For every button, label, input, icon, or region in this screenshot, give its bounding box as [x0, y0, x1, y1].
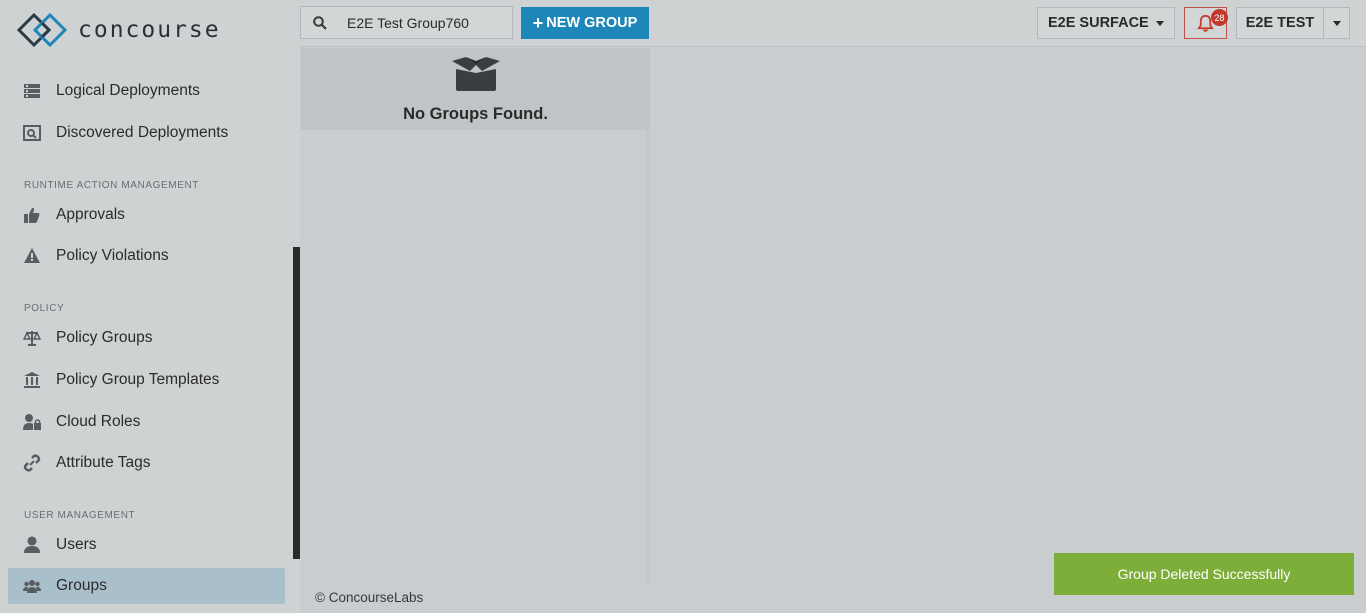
sidebar-scrollbar[interactable]	[293, 247, 300, 559]
app-logo[interactable]: concourse	[16, 12, 221, 48]
new-group-button[interactable]: + NEW GROUP	[521, 7, 649, 39]
sidebar-item-label: Users	[56, 536, 97, 553]
surface-label: E2E SURFACE	[1048, 15, 1149, 31]
sidebar-item-label: Discovered Deployments	[56, 124, 229, 141]
sidebar-item-label: Policy Groups	[56, 329, 153, 346]
plus-icon: +	[532, 13, 544, 33]
group-detail-panel	[654, 48, 1366, 583]
sidebar-item-approvals[interactable]: Approvals	[8, 197, 285, 233]
concourse-logo-icon	[16, 12, 68, 48]
sidebar-item-policy-group-templates[interactable]: Policy Group Templates	[8, 362, 285, 398]
sidebar-item-label: Cloud Roles	[56, 413, 141, 430]
section-label-runtime: RUNTIME ACTION MANAGEMENT	[24, 180, 200, 191]
search-icon	[301, 15, 338, 30]
user-label: E2E TEST	[1245, 15, 1315, 31]
sidebar-item-label: Groups	[56, 577, 107, 594]
sidebar-item-cloud-roles[interactable]: Cloud Roles	[8, 404, 285, 440]
success-toast[interactable]: Group Deleted Successfully	[1054, 553, 1354, 595]
open-box-icon	[451, 57, 500, 91]
discover-icon	[22, 123, 42, 143]
users-icon	[22, 576, 42, 596]
user-lock-icon	[22, 412, 42, 432]
chevron-down-icon	[1156, 21, 1164, 26]
groups-list-panel: No Groups Found.	[301, 48, 650, 583]
link-icon	[22, 453, 42, 473]
surface-dropdown[interactable]: E2E SURFACE	[1037, 7, 1175, 39]
sidebar-item-discovered-deployments[interactable]: Discovered Deployments	[8, 115, 285, 151]
sidebar-item-users[interactable]: Users	[8, 527, 285, 563]
sidebar-item-policy-violations[interactable]: Policy Violations	[8, 238, 285, 274]
sidebar-item-label: Approvals	[56, 206, 125, 223]
sidebar-item-label: Policy Group Templates	[56, 371, 220, 388]
sidebar-item-attribute-tags[interactable]: Attribute Tags	[8, 445, 285, 481]
empty-state-text: No Groups Found.	[403, 105, 548, 123]
footer-copyright: © ConcourseLabs	[315, 590, 424, 605]
user-menu-dropdown[interactable]: E2E TEST	[1236, 7, 1350, 39]
institution-icon	[22, 370, 42, 390]
topbar: + NEW GROUP E2E SURFACE 28 E2E TEST	[300, 0, 1366, 47]
user-icon	[22, 535, 42, 555]
new-group-label: NEW GROUP	[546, 15, 638, 31]
balance-scale-icon	[22, 328, 42, 348]
warning-icon	[22, 246, 42, 266]
section-label-user-management: USER MANAGEMENT	[24, 510, 136, 521]
empty-state: No Groups Found.	[301, 48, 650, 130]
sidebar: concourse Logical Deployments Discovered…	[0, 0, 300, 613]
logo-text: concourse	[78, 17, 221, 43]
search-input[interactable]	[347, 14, 512, 31]
server-icon	[22, 81, 42, 101]
chevron-down-icon	[1332, 20, 1341, 26]
section-label-policy: POLICY	[24, 303, 65, 314]
sidebar-item-groups[interactable]: Groups	[8, 568, 285, 604]
notification-count-badge: 28	[1211, 9, 1228, 26]
sidebar-item-label: Logical Deployments	[56, 82, 200, 99]
search-box[interactable]	[300, 6, 513, 39]
sidebar-item-label: Policy Violations	[56, 247, 169, 264]
thumbs-up-icon	[22, 205, 42, 225]
sidebar-item-logical-deployments[interactable]: Logical Deployments	[8, 73, 285, 109]
sidebar-item-label: Attribute Tags	[56, 454, 151, 471]
notifications-button[interactable]: 28	[1184, 7, 1228, 39]
sidebar-item-policy-groups[interactable]: Policy Groups	[8, 320, 285, 356]
